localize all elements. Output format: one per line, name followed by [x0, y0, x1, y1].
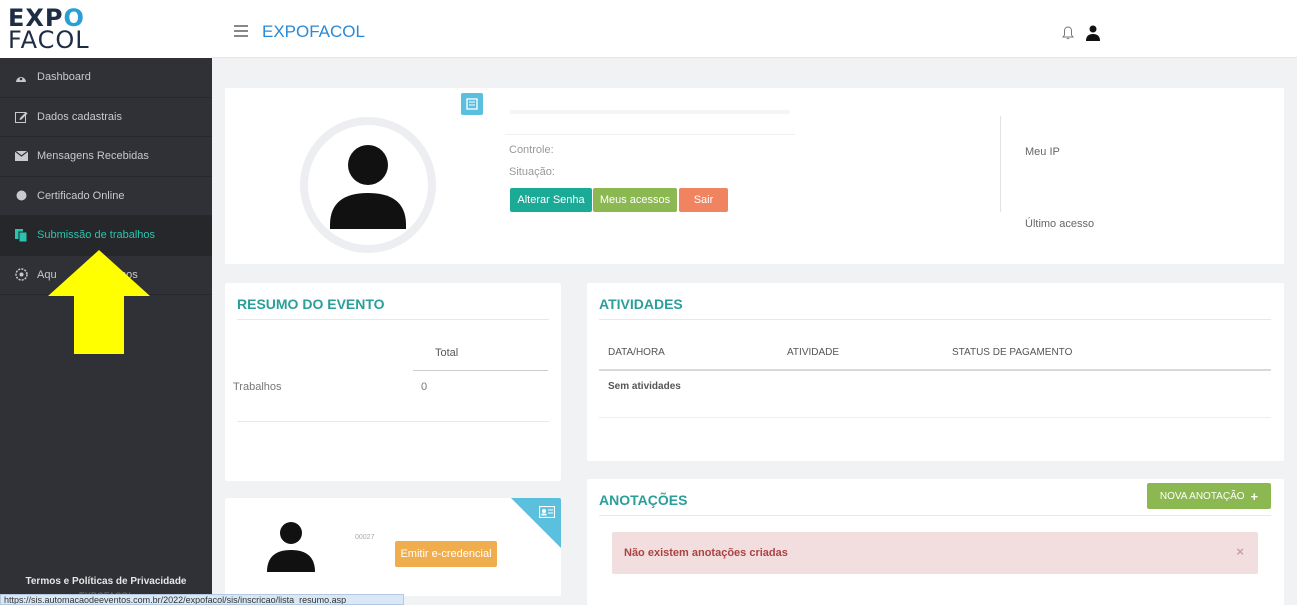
status-bar-url: https://sis.automacaodeeventos.com.br/20…	[0, 594, 404, 605]
empty-message: Sem atividades	[608, 381, 681, 392]
ultimo-acesso-label: Último acesso	[1025, 218, 1095, 230]
table-header-total: Total	[435, 347, 459, 359]
sidebar-item-label: Dashboard	[37, 71, 91, 84]
meu-ip-label: Meu IP	[1025, 146, 1060, 158]
user-icon[interactable]	[1085, 24, 1101, 42]
title-divider	[599, 515, 1271, 516]
panel-title: RESUMO DO EVENTO	[237, 296, 385, 312]
column-header-data: DATA/HORA	[608, 347, 665, 358]
anotacoes-panel: ANOTAÇÕES NOVA ANOTAÇÃO + Não existem an…	[587, 479, 1284, 605]
sidebar-item-dados-cadastrais[interactable]: Dados cadastrais	[0, 98, 212, 137]
settings-icon	[14, 268, 28, 281]
top-header: EXPOFACOL	[212, 0, 1297, 58]
user-silhouette-icon	[330, 145, 406, 229]
sidebar-item-label: Dados cadastrais	[37, 110, 122, 123]
sidebar-item-label: Mensagens Recebidas	[37, 150, 149, 163]
alterar-senha-button[interactable]: Alterar Senha	[510, 188, 592, 212]
logo-line-2: FACOL	[8, 26, 90, 54]
certificate-icon	[14, 190, 28, 202]
table-cell-label: Trabalhos	[233, 381, 282, 393]
sidebar-item-mensagens[interactable]: Mensagens Recebidas	[0, 137, 212, 177]
sair-button[interactable]: Sair	[679, 188, 728, 212]
edit-icon	[14, 111, 28, 123]
sidebar-item-dashboard[interactable]: Dashboard	[0, 58, 212, 98]
close-icon[interactable]: ×	[1236, 544, 1244, 559]
profile-panel: Controle: Situação: Alterar Senha Meus a…	[225, 88, 1284, 264]
yellow-arrow-annotation	[48, 250, 150, 354]
table-divider	[599, 369, 1271, 371]
name-placeholder	[510, 110, 790, 114]
empty-alert: Não existem anotações criadas ×	[612, 532, 1258, 574]
bell-icon[interactable]	[1062, 26, 1074, 40]
dashboard-icon	[14, 71, 28, 83]
table-divider	[413, 370, 548, 371]
title-divider	[599, 319, 1271, 320]
resumo-evento-panel: RESUMO DO EVENTO Total Trabalhos 0	[225, 283, 561, 481]
divider	[505, 134, 795, 135]
id-card-icon[interactable]	[461, 93, 483, 115]
hamburger-menu-icon[interactable]	[234, 25, 248, 40]
credential-code: 00027	[355, 534, 375, 541]
sidebar-item-label: Certificado Online	[37, 189, 125, 202]
panel-title: ANOTAÇÕES	[599, 492, 688, 508]
title-divider	[237, 319, 549, 320]
alert-text: Não existem anotações criadas	[624, 547, 788, 559]
expofacol-logo[interactable]: EXPO FACOL	[0, 0, 212, 58]
table-divider	[599, 417, 1271, 418]
header-brand[interactable]: EXPOFACOL	[262, 22, 365, 42]
nova-anotacao-button[interactable]: NOVA ANOTAÇÃO +	[1147, 483, 1271, 509]
avatar	[300, 117, 436, 253]
panel-title: ATIVIDADES	[599, 296, 683, 312]
situacao-label: Situação:	[509, 166, 555, 178]
sidebar-item-certificado[interactable]: Certificado Online	[0, 177, 212, 216]
user-silhouette-icon	[267, 522, 315, 572]
nova-anotacao-label: NOVA ANOTAÇÃO	[1159, 490, 1245, 502]
table-cell-value: 0	[421, 381, 428, 393]
id-card-icon	[539, 506, 555, 518]
column-header-status: STATUS DE PAGAMENTO	[952, 347, 1073, 358]
credencial-panel: 00027 Emitir e-credencial	[225, 498, 561, 596]
meus-acessos-button[interactable]: Meus acessos	[593, 188, 677, 212]
atividades-panel: ATIVIDADES DATA/HORA ATIVIDADE STATUS DE…	[587, 283, 1284, 461]
emitir-credencial-button[interactable]: Emitir e-credencial	[395, 541, 497, 567]
envelope-icon	[14, 150, 28, 162]
column-header-atividade: ATIVIDADE	[787, 347, 840, 358]
controle-label: Controle:	[509, 144, 554, 156]
plus-icon: +	[1250, 488, 1259, 504]
privacy-terms-link[interactable]: Termos e Políticas de Privacidade	[0, 576, 212, 587]
sidebar-item-label: Submissão de trabalhos	[37, 229, 156, 242]
vertical-divider	[1000, 116, 1001, 212]
files-icon	[14, 228, 28, 242]
table-divider	[237, 421, 549, 422]
